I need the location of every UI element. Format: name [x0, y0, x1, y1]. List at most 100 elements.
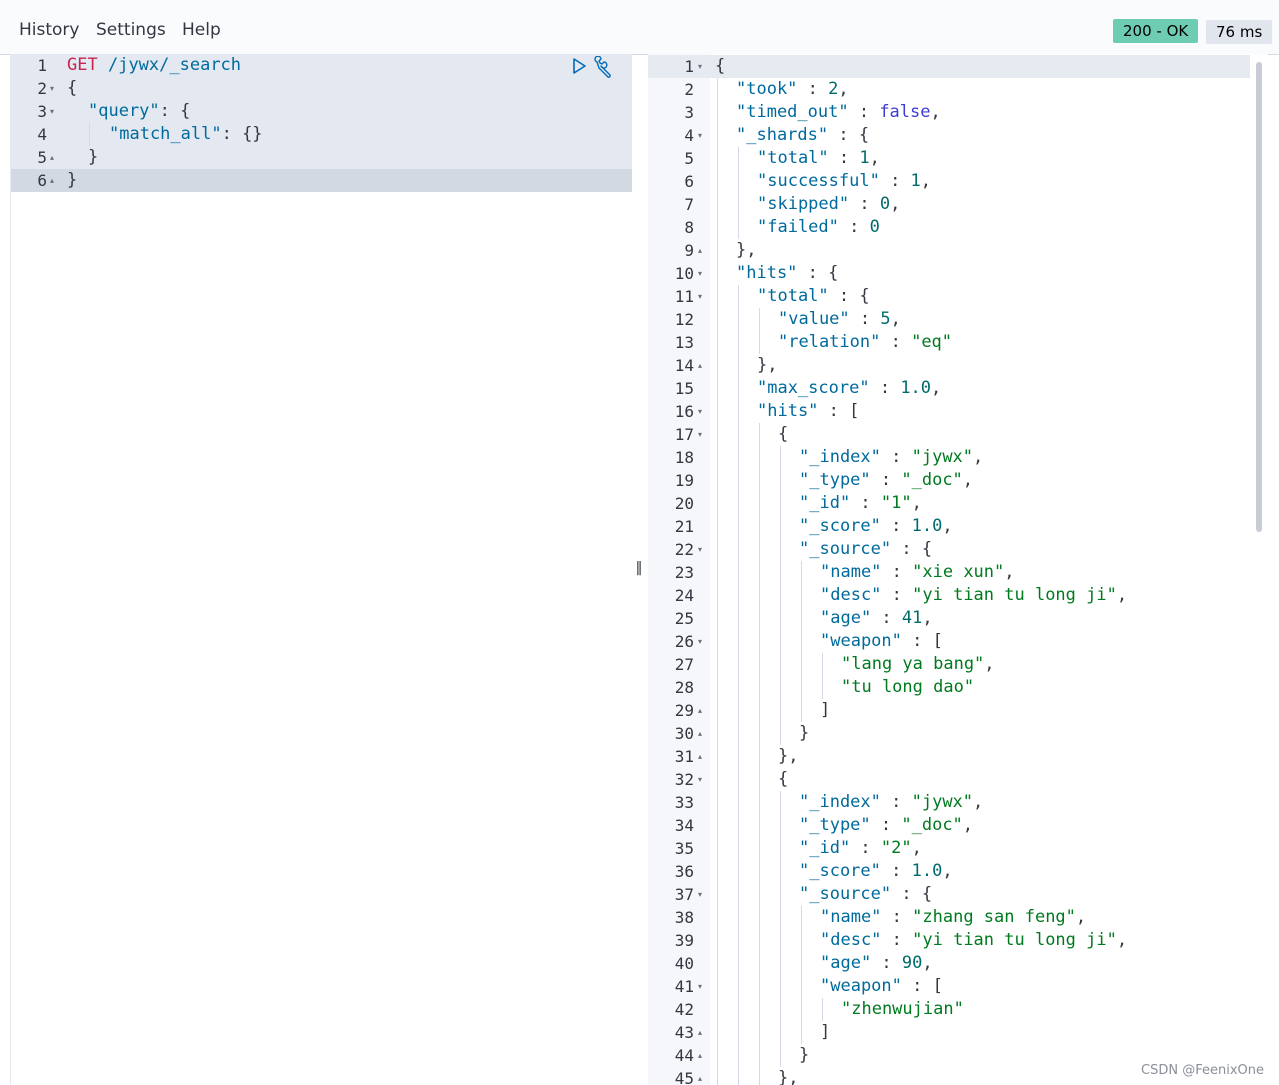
token-key: "max_score" [757, 378, 870, 398]
help-menu-item[interactable]: Help [182, 20, 221, 40]
code-line: 12 "value" : 5, [648, 308, 1268, 331]
code-line: 23 "name" : "xie xun", [648, 561, 1268, 584]
token-punc: , [984, 654, 995, 674]
code-text: { [715, 768, 788, 791]
line-number: 2 [37, 79, 47, 98]
line-number: 16 [674, 402, 694, 421]
token-punc: }, [757, 355, 778, 375]
response-viewer[interactable]: 1 ▾{2 "took" : 2, 3 "timed_out" : false, 4 ▾ "_… [648, 54, 1268, 1085]
fold-open-icon[interactable]: ▾ [698, 262, 702, 285]
fold-open-icon[interactable]: ▾ [50, 77, 54, 100]
fold-open-icon[interactable]: ▾ [698, 630, 702, 653]
line-number: 5 [684, 149, 694, 168]
line-number: 34 [674, 816, 694, 835]
fold-close-icon[interactable]: ▴ [50, 169, 54, 192]
token-key: "took" [736, 79, 798, 99]
fold-open-icon[interactable]: ▾ [698, 55, 702, 78]
token-key: "weapon" [820, 631, 902, 651]
fold-open-icon[interactable]: ▾ [698, 124, 702, 147]
fold-close-icon[interactable]: ▴ [698, 722, 702, 745]
token-key: "total" [757, 286, 829, 306]
line-number: 1 [684, 57, 694, 76]
top-menu-bar: History Settings Help 200 - OK 76 ms [0, 0, 1279, 55]
fold-close-icon[interactable]: ▴ [698, 745, 702, 768]
line-number: 30 [674, 724, 694, 743]
line-number: 28 [674, 678, 694, 697]
fold-open-icon[interactable]: ▾ [698, 400, 702, 423]
history-menu-item[interactable]: History [19, 20, 79, 40]
code-text: } [715, 1044, 809, 1067]
token-num: 90 [901, 953, 923, 973]
code-line: 43 ▴] [648, 1021, 1268, 1044]
fold-open-icon[interactable]: ▾ [698, 423, 702, 446]
code-line: 5 ▴} [11, 146, 632, 169]
token-key: "query" [88, 101, 160, 121]
token-punc: , [922, 608, 933, 628]
code-text: "desc" : "yi tian tu long ji", [715, 584, 1127, 607]
token-num: 1.0 [911, 861, 943, 881]
line-number: 44 [674, 1046, 694, 1065]
wrench-icon[interactable] [593, 55, 613, 78]
code-line: 5 "total" : 1, [648, 147, 1268, 170]
token-punc: : { [891, 539, 933, 559]
token-bool: false [879, 102, 931, 122]
line-number: 40 [674, 954, 694, 973]
code-text: "weapon" : [ [715, 975, 943, 998]
line-number: 6 [684, 172, 694, 191]
fold-open-icon[interactable]: ▾ [698, 285, 702, 308]
fold-close-icon[interactable]: ▴ [50, 146, 54, 169]
token-punc: : [849, 194, 880, 214]
fold-close-icon[interactable]: ▴ [698, 1067, 702, 1085]
code-text: { [715, 55, 725, 78]
token-punc: , [962, 470, 974, 490]
code-text: "tu long dao" [715, 676, 974, 699]
token-punc: } [67, 170, 78, 190]
line-number: 4 [37, 125, 47, 144]
fold-close-icon[interactable]: ▴ [698, 354, 702, 377]
token-str: "jywx" [911, 792, 974, 812]
code-line: 7 "skipped" : 0, [648, 193, 1268, 216]
code-line: 10 ▾ "hits" : { [648, 262, 1268, 285]
request-time-badge: 76 ms [1206, 20, 1273, 44]
code-line: 33 "_index" : "jywx", [648, 791, 1268, 814]
fold-close-icon[interactable]: ▴ [698, 239, 702, 262]
token-punc: , [890, 309, 901, 329]
watermark: CSDN @FeenixOne [1141, 1063, 1264, 1078]
settings-menu-item[interactable]: Settings [96, 20, 166, 40]
fold-open-icon[interactable]: ▾ [50, 100, 54, 123]
fold-open-icon[interactable]: ▾ [698, 975, 702, 998]
code-line: 27 "lang ya bang", [648, 653, 1268, 676]
code-text: ] [715, 1021, 830, 1044]
line-number: 37 [674, 885, 694, 904]
response-scrollbar[interactable] [1256, 62, 1262, 532]
code-text: "lang ya bang", [715, 653, 995, 676]
token-num: 1.0 [911, 516, 943, 536]
fold-close-icon[interactable]: ▴ [698, 699, 702, 722]
token-punc: : [869, 378, 901, 398]
fold-close-icon[interactable]: ▴ [698, 1021, 702, 1044]
fold-open-icon[interactable]: ▾ [698, 538, 702, 561]
line-number: 3 [684, 103, 694, 122]
fold-close-icon[interactable]: ▴ [698, 1044, 702, 1067]
play-icon[interactable] [569, 56, 589, 76]
token-punc: : [ [901, 976, 943, 996]
line-number: 14 [674, 356, 694, 375]
token-punc: }, [778, 1068, 799, 1085]
line-number: 38 [674, 908, 694, 927]
fold-open-icon[interactable]: ▾ [698, 768, 702, 791]
token-punc: } [88, 147, 99, 167]
code-text: "skipped" : 0, [715, 193, 900, 216]
request-editor[interactable]: 1 GET /jywx/_search 2 ▾ {3 ▾ "query": {4 "match… [10, 54, 632, 1085]
token-key: "relation" [778, 332, 881, 352]
line-number: 26 [674, 632, 694, 651]
line-number: 18 [674, 448, 694, 467]
line-number: 11 [674, 287, 694, 306]
pane-resize-handle[interactable]: ‖ [633, 560, 645, 578]
code-line: 21 "_score" : 1.0, [648, 515, 1268, 538]
line-number: 5 [37, 148, 47, 167]
code-line: 9 ▴}, [648, 239, 1268, 262]
fold-open-icon[interactable]: ▾ [698, 883, 702, 906]
code-text: "query": { [67, 100, 190, 123]
line-number: 4 [684, 126, 694, 145]
code-text: "_index" : "jywx", [715, 446, 983, 469]
